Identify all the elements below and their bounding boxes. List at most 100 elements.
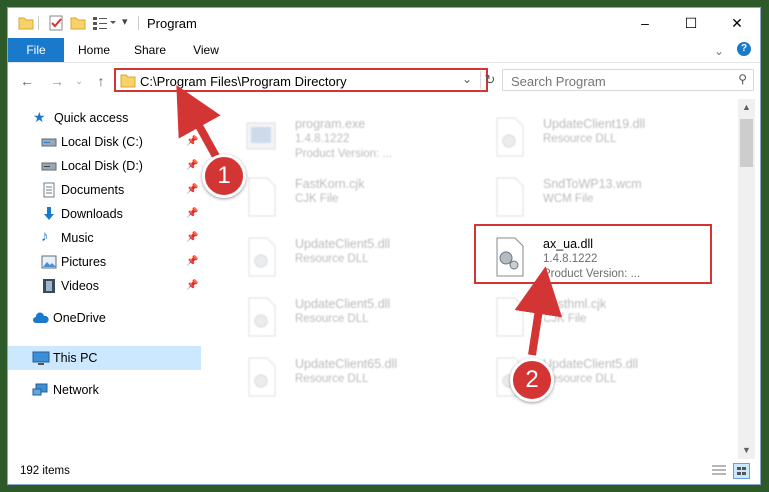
annotation-badge-1: 1 <box>202 154 246 198</box>
list-item[interactable]: FastKorn.cjk CJK File <box>231 171 471 227</box>
sidebar-item-pictures[interactable]: Pictures 📌 <box>8 250 201 274</box>
exe-icon <box>245 117 277 157</box>
forward-arrow-icon[interactable]: → <box>48 72 66 90</box>
list-item[interactable]: program.exe 1.4.8.1222 Product Version: … <box>231 111 471 167</box>
sidebar-item-this-pc[interactable]: This PC <box>8 346 201 370</box>
expand-ribbon-icon[interactable]: ⌄ <box>714 44 724 58</box>
new-folder-icon[interactable] <box>70 15 86 31</box>
pin-icon[interactable]: 📌 <box>186 136 198 147</box>
sidebar-item-label: Quick access <box>54 111 129 125</box>
file-name: UpdateClient5.dll <box>543 357 639 371</box>
window-title: Program <box>147 16 197 31</box>
sidebar-item-quick-access[interactable]: ★ Quick access <box>8 106 201 130</box>
file-name: UpdateClient5.dll <box>295 297 391 311</box>
search-icon[interactable]: ⚲ <box>738 72 747 86</box>
recent-locations-icon[interactable]: ⌄ <box>70 72 88 90</box>
sidebar-item-videos[interactable]: Videos 📌 <box>8 274 201 298</box>
sidebar-item-network[interactable]: Network <box>8 378 201 402</box>
up-arrow-icon[interactable]: ↑ <box>92 72 110 90</box>
sidebar-item-local-disk-d[interactable]: Local Disk (D:) 📌 <box>8 154 201 178</box>
pin-icon[interactable]: 📌 <box>186 160 198 171</box>
documents-icon <box>41 182 57 198</box>
sidebar-item-downloads[interactable]: Downloads 📌 <box>8 202 201 226</box>
list-item[interactable]: Fasthml.cjk CJK File <box>479 291 719 347</box>
file-detail: Resource DLL <box>295 313 369 325</box>
scroll-down-icon[interactable]: ▼ <box>738 445 755 455</box>
file-detail: WCM File <box>543 193 594 205</box>
file-icon <box>245 177 277 217</box>
list-item[interactable]: UpdateClient5.dll Resource DLL <box>231 291 471 347</box>
dll-icon <box>245 297 277 337</box>
file-name: program.exe <box>295 117 366 131</box>
pin-icon[interactable]: 📌 <box>186 208 198 219</box>
pin-icon[interactable]: 📌 <box>186 184 198 195</box>
pin-icon[interactable]: 📌 <box>186 232 198 243</box>
file-highlight-box <box>474 224 712 284</box>
file-detail: Resource DLL <box>295 373 369 385</box>
close-button[interactable]: ✕ <box>714 8 760 38</box>
customize-toolbar-icon[interactable]: ▾ <box>122 15 128 31</box>
file-detail: 1.4.8.1222 <box>295 133 350 145</box>
divider <box>38 16 39 30</box>
sidebar-item-music[interactable]: ♪ Music 📌 <box>8 226 201 250</box>
status-bar: 192 items <box>8 459 760 484</box>
vertical-scrollbar[interactable]: ▲ ▼ <box>738 99 755 459</box>
sidebar-item-documents[interactable]: Documents 📌 <box>8 178 201 202</box>
file-name: SndToWP13.wcm <box>543 177 642 191</box>
sidebar-item-label: Documents <box>61 183 125 197</box>
dll-icon <box>493 117 525 157</box>
address-bar[interactable]: C:\Program Files\Program Directory ⌄ <box>114 68 488 92</box>
chevron-down-icon[interactable]: ⌄ <box>462 72 472 86</box>
help-icon[interactable]: ? <box>737 42 751 56</box>
minimize-button[interactable]: – <box>622 8 668 38</box>
file-name: UpdateClient19.dll <box>543 117 646 131</box>
tab-view[interactable]: View <box>180 38 232 62</box>
music-icon: ♪ <box>41 228 49 245</box>
file-detail: CJK File <box>295 193 339 205</box>
sidebar-item-local-disk-c[interactable]: Local Disk (C:) 📌 <box>8 130 201 154</box>
file-icon <box>493 177 525 217</box>
list-item[interactable]: SndToWP13.wcm WCM File <box>479 171 719 227</box>
refresh-icon[interactable]: ↻ <box>480 71 499 89</box>
divider <box>138 16 139 30</box>
list-item[interactable]: UpdateClient19.dll Resource DLL <box>479 111 719 167</box>
file-detail: Resource DLL <box>543 373 617 385</box>
file-detail: Resource DLL <box>543 133 617 145</box>
dll-icon <box>245 357 277 397</box>
pin-icon[interactable]: 📌 <box>186 256 198 267</box>
maximize-button[interactable]: ☐ <box>668 8 714 38</box>
pc-icon <box>32 350 50 366</box>
large-icons-view-icon[interactable] <box>733 463 750 479</box>
cloud-icon <box>32 310 49 326</box>
scrollbar-thumb[interactable] <box>740 119 753 167</box>
view-options-icon[interactable] <box>92 15 118 31</box>
scroll-up-icon[interactable]: ▲ <box>738 102 755 112</box>
sidebar-item-label: Local Disk (C:) <box>61 135 143 149</box>
tab-file[interactable]: File <box>8 38 64 62</box>
videos-icon <box>41 278 57 294</box>
pin-icon[interactable]: 📌 <box>186 280 198 291</box>
search-box[interactable]: ⚲ <box>502 69 754 91</box>
search-input[interactable] <box>509 71 733 91</box>
list-item[interactable]: UpdateClient65.dll Resource DLL <box>231 351 471 407</box>
file-icon <box>493 297 525 337</box>
sidebar-item-onedrive[interactable]: OneDrive <box>8 306 201 330</box>
list-item[interactable]: UpdateClient5.dll Resource DLL <box>231 231 471 287</box>
file-name: FastKorn.cjk <box>295 177 365 191</box>
folder-icon[interactable] <box>18 15 34 31</box>
tab-share[interactable]: Share <box>124 38 176 62</box>
drive-icon <box>41 134 57 150</box>
sidebar-item-label: Downloads <box>61 207 123 221</box>
sidebar-item-label: Pictures <box>61 255 107 269</box>
back-arrow-icon[interactable]: ← <box>18 72 36 90</box>
network-icon <box>32 382 48 398</box>
item-count: 192 items <box>20 465 70 477</box>
address-path: C:\Program Files\Program Directory <box>140 74 347 89</box>
properties-icon[interactable] <box>48 15 64 31</box>
navigation-bar: ← → ⌄ ↑ C:\Program Files\Program Directo… <box>8 63 760 99</box>
details-view-icon[interactable] <box>711 464 727 481</box>
file-detail: Product Version: ... <box>295 148 393 160</box>
sidebar-item-label: Local Disk (D:) <box>61 159 143 173</box>
tab-home[interactable]: Home <box>68 38 120 62</box>
file-detail: CJK File <box>543 313 587 325</box>
